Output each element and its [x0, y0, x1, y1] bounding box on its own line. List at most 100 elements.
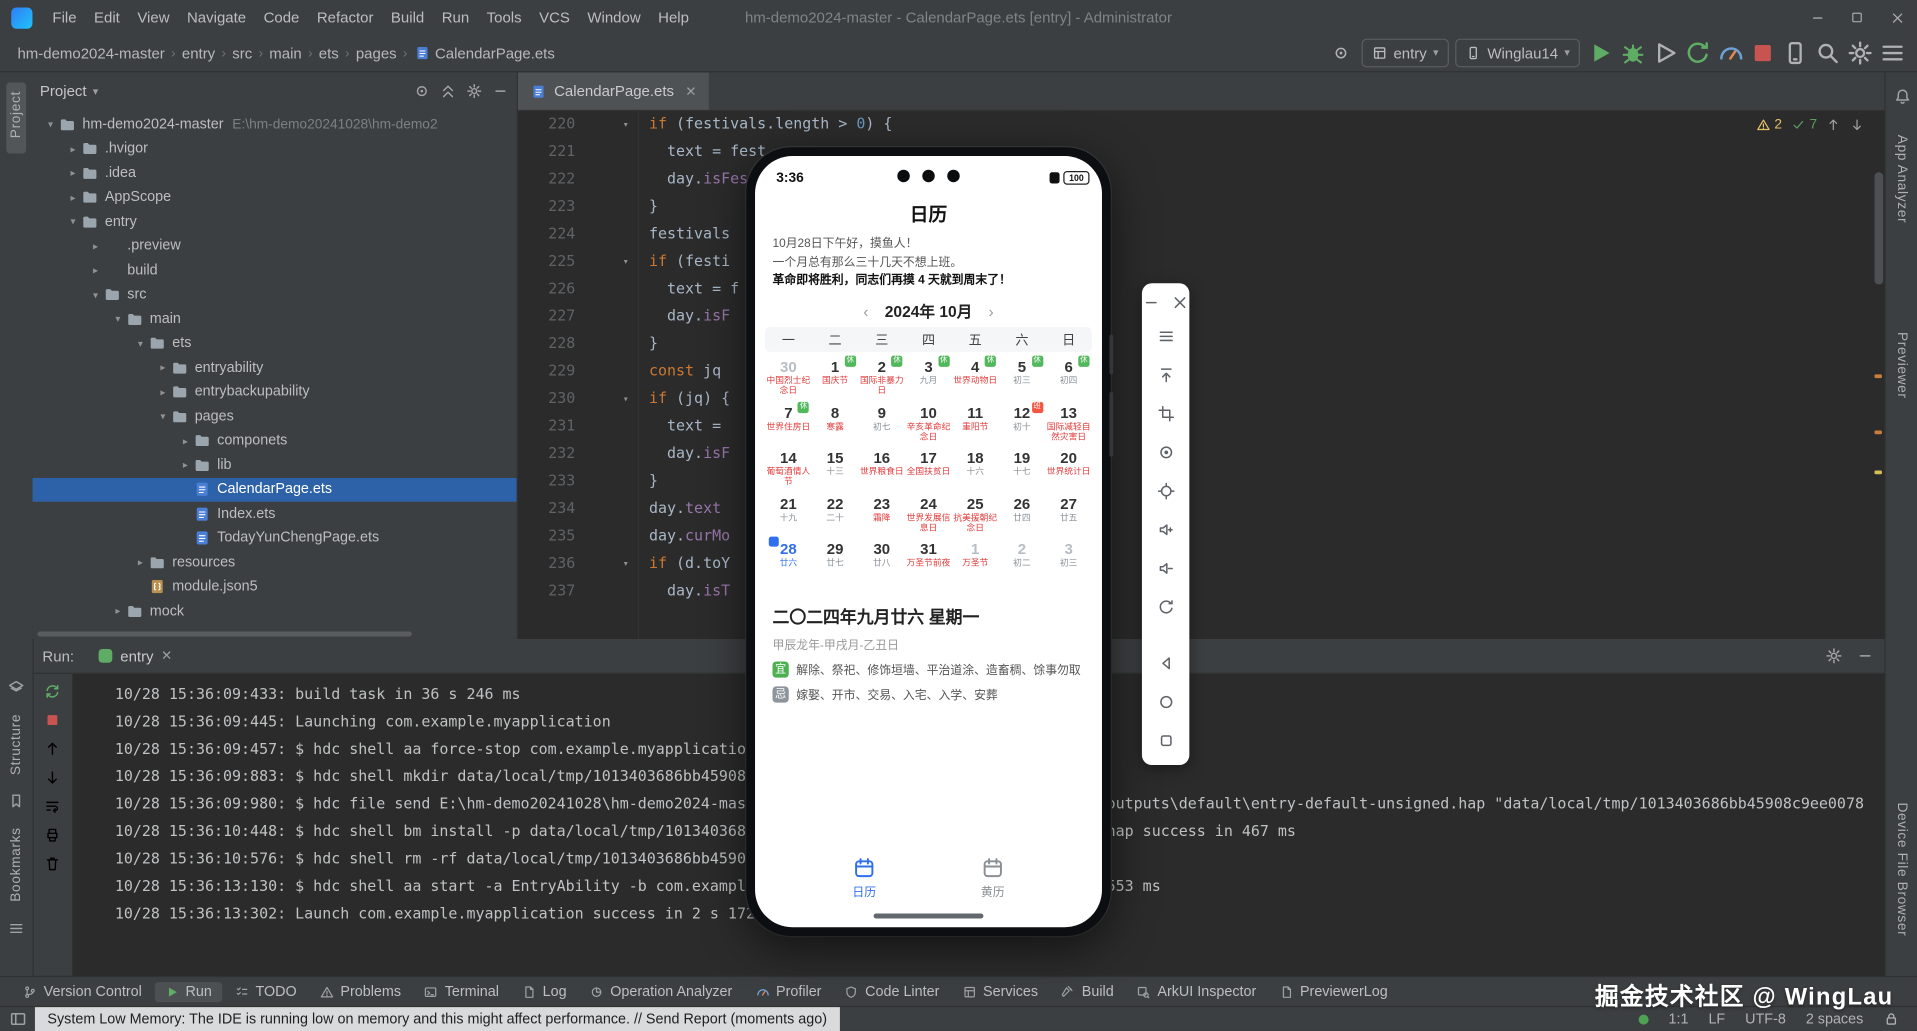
stop-icon[interactable]: [44, 711, 61, 728]
inspections-widget[interactable]: 2 7: [1756, 117, 1865, 132]
collapse-all-icon[interactable]: [439, 82, 456, 99]
close-window-icon[interactable]: [1877, 0, 1917, 35]
tree-item-entryability[interactable]: ▸entryability: [32, 356, 516, 380]
tree-item-appscope[interactable]: ▸AppScope: [32, 185, 516, 209]
horizontal-scrollbar[interactable]: [37, 631, 411, 636]
tree-chevron-icon[interactable]: ▸: [65, 192, 81, 203]
tree-chevron-icon[interactable]: ▸: [65, 168, 81, 179]
rotate-icon[interactable]: [1156, 598, 1175, 617]
menu-help[interactable]: Help: [649, 0, 697, 35]
breadcrumb-item-hm-demo2024-master[interactable]: hm-demo2024-master: [15, 44, 167, 61]
calendar-day-cell[interactable]: 17全国扶贫日: [905, 447, 952, 493]
tree-item-entry[interactable]: ▾entry: [32, 210, 516, 234]
calendar-day-cell[interactable]: 10辛亥革命纪念日: [905, 401, 952, 447]
toolwindow-previewerlog[interactable]: PreviewerLog: [1269, 982, 1398, 1002]
tree-chevron-icon[interactable]: ▸: [177, 435, 193, 446]
calendar-day-cell[interactable]: 休1国庆节: [812, 356, 859, 402]
phone-tab-[interactable]: 日历: [852, 856, 876, 900]
fold-chevron-icon[interactable]: ▾: [623, 550, 629, 577]
menu-vcs[interactable]: VCS: [530, 0, 578, 35]
breadcrumb-item-main[interactable]: main: [267, 44, 304, 61]
tool-window-toggle-icon[interactable]: [9, 1010, 28, 1029]
tree-chevron-icon[interactable]: ▾: [65, 216, 81, 227]
tree-item-build[interactable]: ▸build: [32, 258, 516, 282]
toolwindow-arkui-inspector[interactable]: ArkUI Inspector: [1126, 982, 1266, 1002]
tree-chevron-icon[interactable]: ▸: [177, 460, 193, 471]
tree-item-entrybackupability[interactable]: ▸entrybackupability: [32, 380, 516, 404]
editor-scrollbar[interactable]: [1874, 172, 1883, 284]
tree-item-lib[interactable]: ▸lib: [32, 453, 516, 477]
toolwindow-run[interactable]: Run: [154, 982, 222, 1002]
print-icon[interactable]: [44, 826, 61, 843]
restart-app-icon[interactable]: [1684, 39, 1713, 68]
breadcrumb-item-ets[interactable]: ets: [316, 44, 341, 61]
toolwindow-log[interactable]: Log: [511, 982, 576, 1002]
calendar-day-cell[interactable]: 27廿五: [1045, 492, 1092, 538]
stop-icon[interactable]: [1748, 39, 1777, 68]
notifications-bell-icon[interactable]: [1893, 87, 1912, 106]
stripe-previewer[interactable]: Previewer: [1886, 332, 1917, 399]
tree-chevron-icon[interactable]: ▸: [65, 143, 81, 154]
minimize-window-icon[interactable]: [1797, 0, 1837, 35]
calendar-day-cell[interactable]: 班12初十: [999, 401, 1046, 447]
close-run-tab-icon[interactable]: ✕: [161, 648, 173, 664]
tree-chevron-icon[interactable]: ▸: [87, 241, 103, 252]
warning-stripe-mark[interactable]: [1874, 431, 1881, 435]
calendar-day-cell[interactable]: 21十九: [765, 492, 812, 538]
tree-item-componets[interactable]: ▸componets: [32, 429, 516, 453]
code-area[interactable]: 220▾if (festivals.length > 0) {221 text …: [518, 110, 1872, 639]
phone-tab-[interactable]: 黄历: [981, 856, 1005, 900]
soft-wrap-icon[interactable]: [44, 797, 61, 814]
menu-view[interactable]: View: [129, 0, 179, 35]
calendar-day-cell[interactable]: 14葡萄酒情人节: [765, 447, 812, 493]
tree-chevron-icon[interactable]: ▸: [155, 362, 171, 373]
toolwindow-operation-analyzer[interactable]: Operation Analyzer: [579, 982, 742, 1002]
fold-chevron-icon[interactable]: ▾: [623, 111, 629, 138]
warning-stripe-mark[interactable]: [1874, 374, 1881, 378]
tree-item-resources[interactable]: ▸resources: [32, 550, 516, 574]
breadcrumb-item-calendarpage-ets[interactable]: CalendarPage.ets: [411, 44, 557, 61]
tree-item-calendarpage-ets[interactable]: CalendarPage.ets: [32, 477, 516, 501]
menu-run[interactable]: Run: [433, 0, 478, 35]
tree-chevron-icon[interactable]: ▾: [42, 119, 58, 130]
locate-icon[interactable]: [1156, 482, 1175, 501]
calendar-day-cell[interactable]: 16世界粮食日: [858, 447, 905, 493]
tree-item-preview[interactable]: ▸.preview: [32, 234, 516, 258]
calendar-day-cell[interactable]: 休6初四: [1045, 356, 1092, 402]
rerun-icon[interactable]: [44, 683, 61, 700]
tree-item-pages[interactable]: ▾pages: [32, 404, 516, 428]
maximize-window-icon[interactable]: [1837, 0, 1877, 35]
tree-chevron-icon[interactable]: ▾: [132, 338, 148, 349]
menu-navigate[interactable]: Navigate: [178, 0, 255, 35]
menu-file[interactable]: File: [44, 0, 86, 35]
menu-refactor[interactable]: Refactor: [308, 0, 382, 35]
calendar-day-cell[interactable]: 13国际减轻自然灾害日: [1045, 401, 1092, 447]
home-icon[interactable]: [1156, 693, 1175, 712]
stripe-bookmarks-label[interactable]: Bookmarks: [9, 828, 24, 902]
debug-icon[interactable]: [1619, 39, 1648, 68]
panel-settings-icon[interactable]: [466, 82, 483, 99]
breadcrumb-item-pages[interactable]: pages: [353, 44, 399, 61]
device-manager-icon[interactable]: [1781, 39, 1810, 68]
warning-stripe-mark[interactable]: [1874, 470, 1881, 474]
structure-icon[interactable]: [7, 679, 24, 696]
fold-chevron-icon[interactable]: ▾: [623, 386, 629, 413]
volume-up-icon[interactable]: [1156, 520, 1175, 539]
menu-code[interactable]: Code: [255, 0, 308, 35]
calendar-day-cell[interactable]: 休5初三: [999, 356, 1046, 402]
hide-run-panel-icon[interactable]: [1856, 646, 1875, 665]
tree-item-module-json5[interactable]: module.json5: [32, 575, 516, 599]
calendar-day-cell[interactable]: 25抗美援朝纪念日: [952, 492, 999, 538]
status-item-2-spaces[interactable]: 2 spaces: [1806, 1012, 1863, 1027]
calendar-day-cell[interactable]: 2初二: [999, 538, 1046, 584]
toolwindow-terminal[interactable]: Terminal: [413, 982, 508, 1002]
calendar-day-cell[interactable]: 19十七: [999, 447, 1046, 493]
preview-target-icon[interactable]: [1326, 39, 1355, 68]
home-indicator[interactable]: [874, 913, 984, 919]
stripe-structure-label[interactable]: Structure: [9, 714, 24, 775]
hide-panel-icon[interactable]: [492, 82, 509, 99]
breadcrumb-item-src[interactable]: src: [230, 44, 255, 61]
run-settings-gear-icon[interactable]: [1825, 646, 1844, 665]
toolwindow-todo[interactable]: TODO: [224, 982, 306, 1002]
minimize-icon[interactable]: [1142, 293, 1161, 312]
